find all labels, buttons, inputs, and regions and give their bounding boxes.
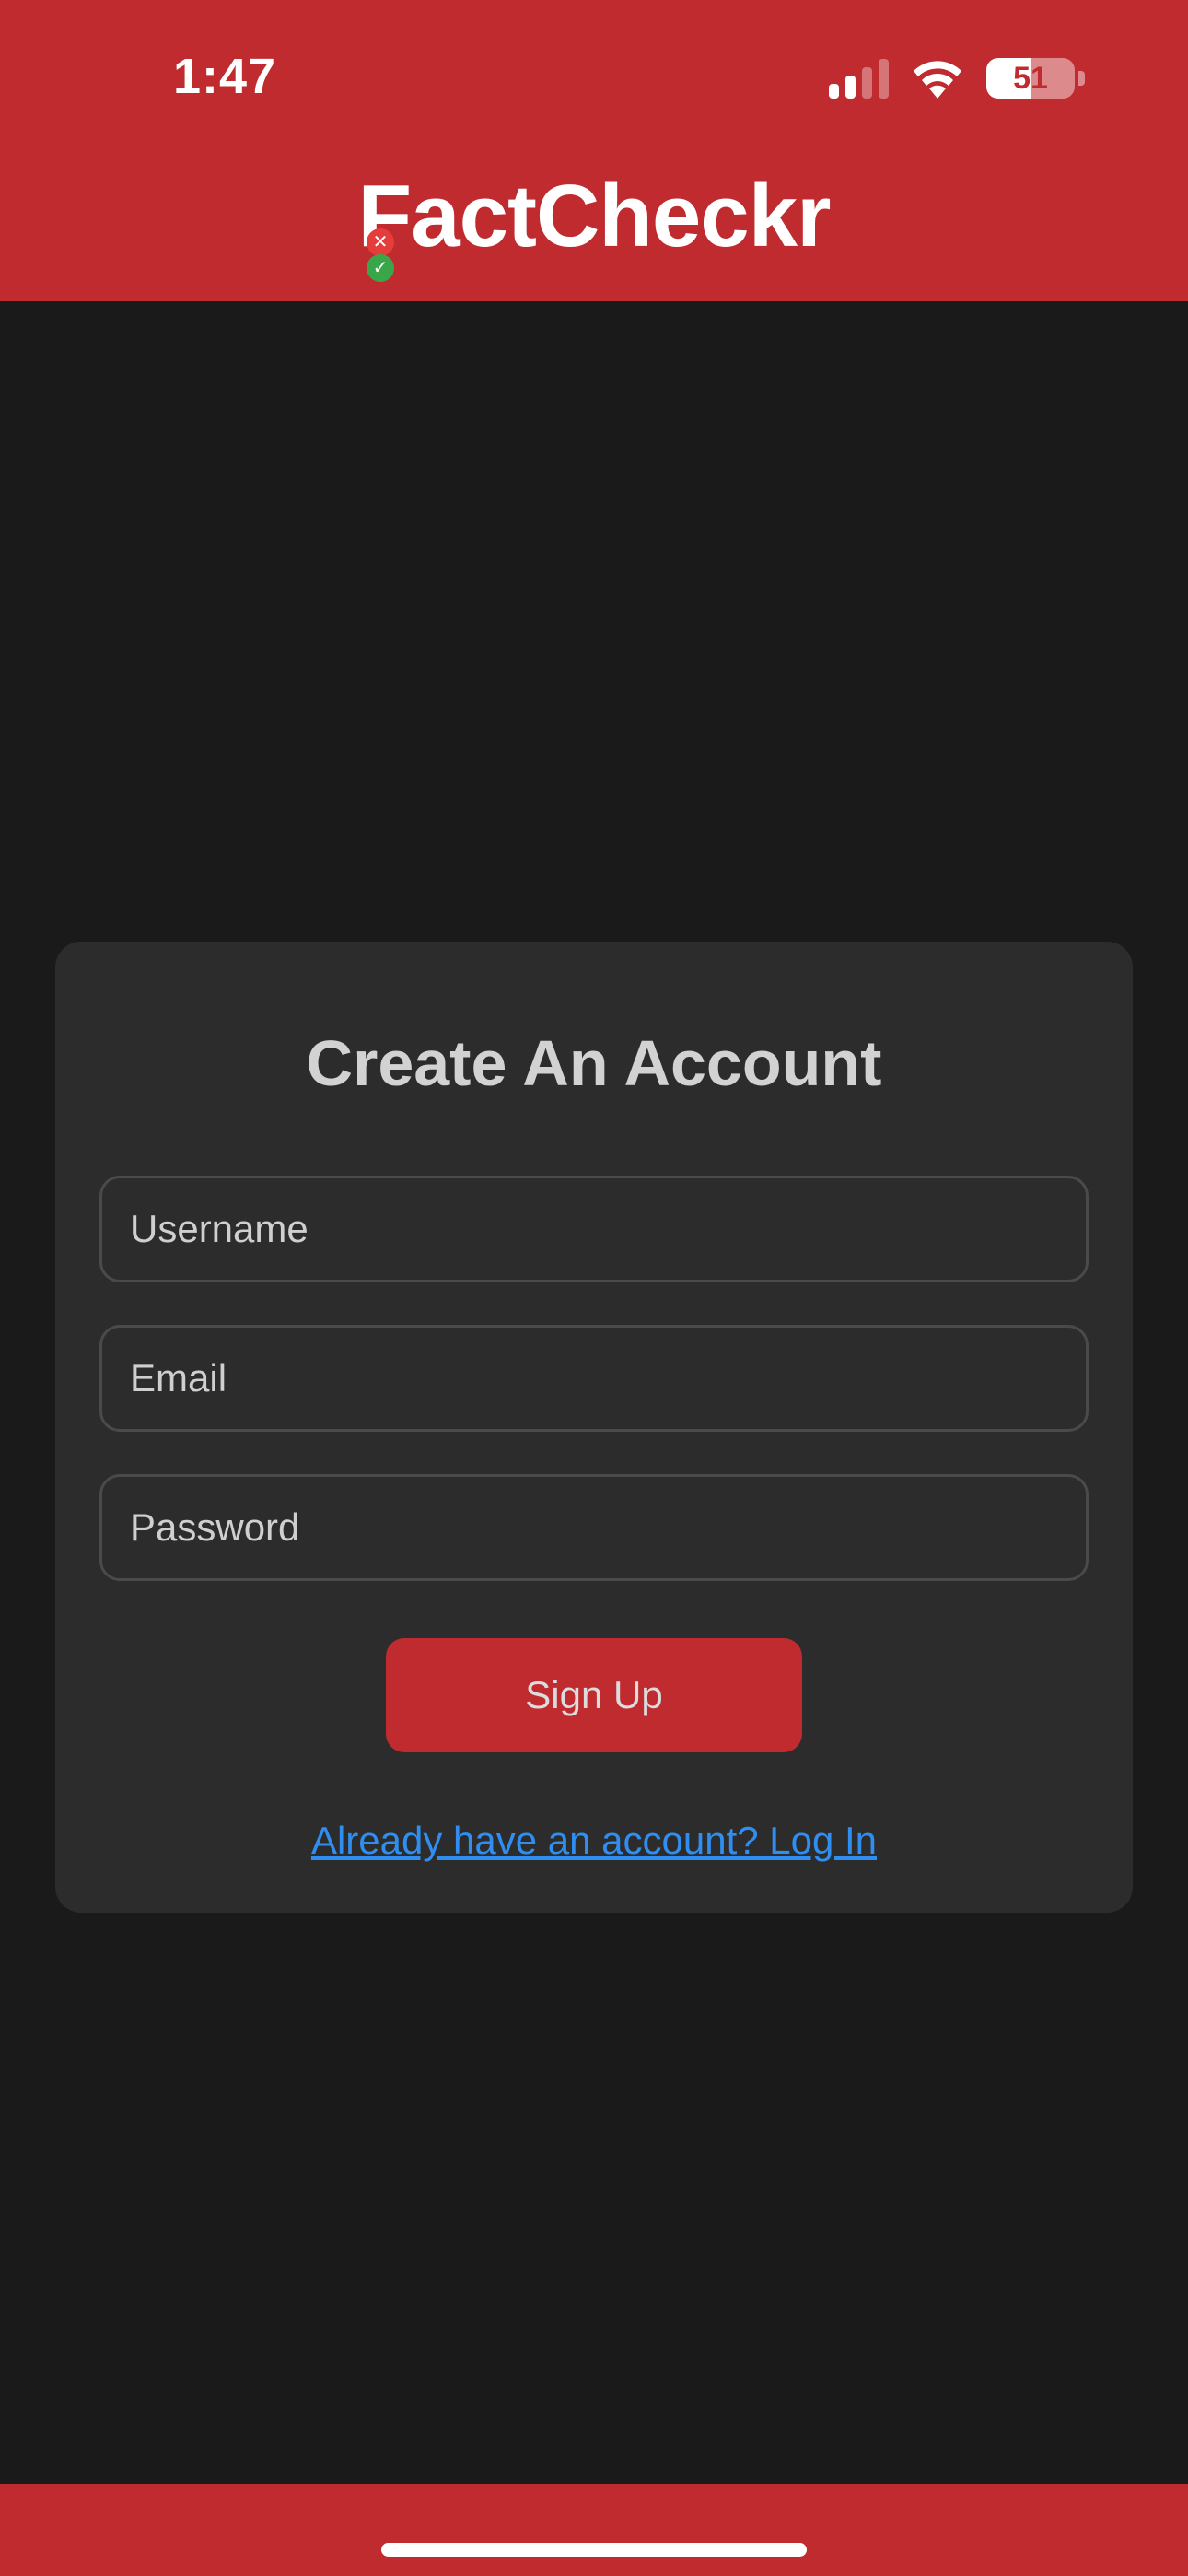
status-time: 1:47 <box>173 49 277 104</box>
email-input[interactable] <box>99 1325 1089 1432</box>
app-logo: FactCheckr <box>357 167 832 265</box>
battery-icon: 51 <box>986 58 1075 99</box>
status-icons: 51 <box>829 53 1085 103</box>
battery-percent: 51 <box>1013 60 1048 96</box>
app-footer <box>0 2484 1188 2576</box>
wifi-icon <box>914 61 961 99</box>
signup-card: Create An Account Sign Up Already have a… <box>55 942 1133 1913</box>
home-indicator[interactable] <box>381 2543 807 2557</box>
sign-up-button[interactable]: Sign Up <box>386 1638 802 1752</box>
username-input[interactable] <box>99 1176 1089 1282</box>
check-badge-icon: ✓ <box>367 254 394 282</box>
logo-badges: ✕ ✓ <box>367 228 398 284</box>
password-input[interactable] <box>99 1474 1089 1581</box>
app-header: 1:47 51 FactCheckr ✕ ✓ <box>0 0 1188 301</box>
x-badge-icon: ✕ <box>367 228 394 256</box>
page-title: Create An Account <box>306 1027 882 1099</box>
battery-tip <box>1078 71 1085 86</box>
signal-icon <box>829 58 889 99</box>
login-link[interactable]: Already have an account? Log In <box>55 1819 1133 1863</box>
